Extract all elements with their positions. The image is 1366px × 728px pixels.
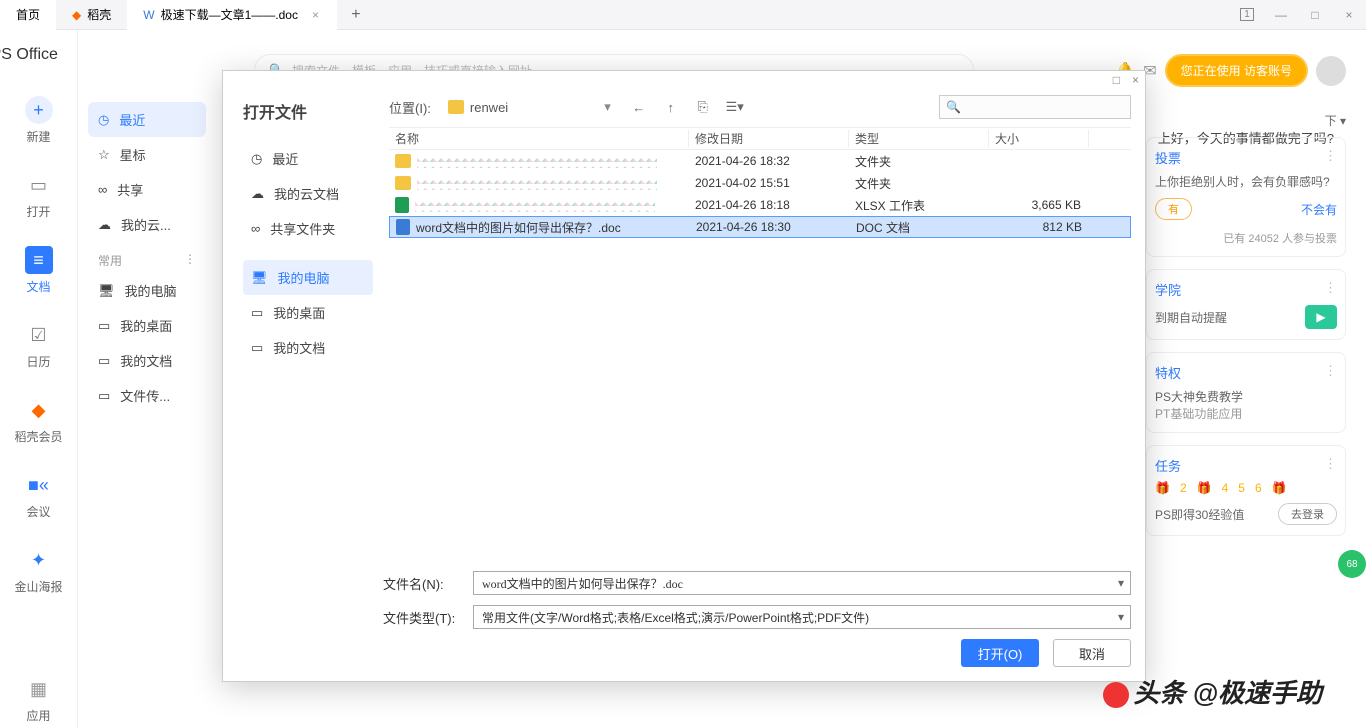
- open-button[interactable]: 打开(O): [961, 639, 1039, 667]
- view-icon[interactable]: ☰▾: [724, 96, 746, 118]
- xlsx-icon: [395, 197, 409, 213]
- col-date[interactable]: 修改日期: [689, 130, 849, 147]
- search-icon: 🔍: [946, 100, 961, 114]
- location-label: 位置(I):: [389, 98, 431, 117]
- dialog-sidebar: 打开文件 ◷最近 ☁我的云文档 ∞共享文件夹 🖥我的电脑 ▭我的桌面 ▭我的文档: [223, 85, 383, 561]
- open-file-dialog: □ × 打开文件 ◷最近 ☁我的云文档 ∞共享文件夹 🖥我的电脑 ▭我的桌面 ▭…: [222, 70, 1146, 682]
- col-size[interactable]: 大小: [989, 130, 1089, 147]
- table-row[interactable]: 2021-04-02 15:51 文件夹: [389, 172, 1131, 194]
- dlg-nav-desktop[interactable]: ▭我的桌面: [243, 295, 373, 330]
- table-row[interactable]: 2021-04-26 18:18 XLSX 工作表 3,665 KB: [389, 194, 1131, 216]
- up-icon[interactable]: ↑: [660, 96, 682, 118]
- desktop-icon: ▭: [251, 305, 263, 321]
- folder-icon: ▭: [251, 340, 263, 356]
- redacted-name: [417, 154, 657, 168]
- col-type[interactable]: 类型: [849, 130, 989, 147]
- folder-icon: [448, 100, 464, 114]
- table-row-selected[interactable]: word文档中的图片如何导出保存？.doc 2021-04-26 18:30 D…: [389, 216, 1131, 238]
- dialog-toolbar: 位置(I): renwei▾ ← ↑ ⎘ ☰▾ 🔍: [389, 95, 1131, 119]
- clock-icon: ◷: [251, 151, 262, 167]
- filename-input[interactable]: word文档中的图片如何导出保存？.doc: [473, 571, 1131, 595]
- cancel-button[interactable]: 取消: [1053, 639, 1131, 667]
- table-row[interactable]: 2021-04-26 18:32 文件夹: [389, 150, 1131, 172]
- dialog-bottom: 文件名(N): word文档中的图片如何导出保存？.doc 文件类型(T): 常…: [223, 561, 1145, 681]
- share-icon: ∞: [251, 221, 260, 236]
- cloud-icon: ☁: [251, 186, 264, 202]
- dialog-title: 打开文件: [243, 99, 373, 123]
- dlg-nav-docs[interactable]: ▭我的文档: [243, 330, 373, 365]
- doc-icon: [396, 219, 410, 235]
- redacted-name: [417, 176, 657, 190]
- folder-icon: [395, 154, 411, 168]
- filename-label: 文件名(N):: [383, 574, 463, 593]
- dlg-nav-cloud[interactable]: ☁我的云文档: [243, 176, 373, 211]
- col-name[interactable]: 名称: [389, 130, 689, 147]
- file-list-header[interactable]: 名称 修改日期 类型 大小: [389, 128, 1131, 150]
- new-folder-icon[interactable]: ⎘: [692, 96, 714, 118]
- dlg-nav-sharefolder[interactable]: ∞共享文件夹: [243, 211, 373, 246]
- pc-icon: 🖥: [251, 270, 268, 286]
- dialog-maximize-icon[interactable]: □: [1113, 73, 1120, 83]
- dialog-close-icon[interactable]: ×: [1132, 73, 1139, 83]
- back-icon[interactable]: ←: [628, 96, 650, 118]
- location-dropdown[interactable]: renwei▾: [441, 96, 618, 118]
- redacted-name: [415, 198, 655, 212]
- filetype-select[interactable]: 常用文件(文字/Word格式;表格/Excel格式;演示/PowerPoint格…: [473, 605, 1131, 629]
- dlg-nav-pc[interactable]: 🖥我的电脑: [243, 260, 373, 295]
- filetype-label: 文件类型(T):: [383, 608, 463, 627]
- dialog-search-input[interactable]: 🔍: [939, 95, 1131, 119]
- folder-icon: [395, 176, 411, 190]
- file-list: 名称 修改日期 类型 大小 2021-04-26 18:32 文件夹 2021-…: [389, 127, 1131, 561]
- dialog-overlay: □ × 打开文件 ◷最近 ☁我的云文档 ∞共享文件夹 🖥我的电脑 ▭我的桌面 ▭…: [0, 0, 1366, 728]
- dlg-nav-recent[interactable]: ◷最近: [243, 141, 373, 176]
